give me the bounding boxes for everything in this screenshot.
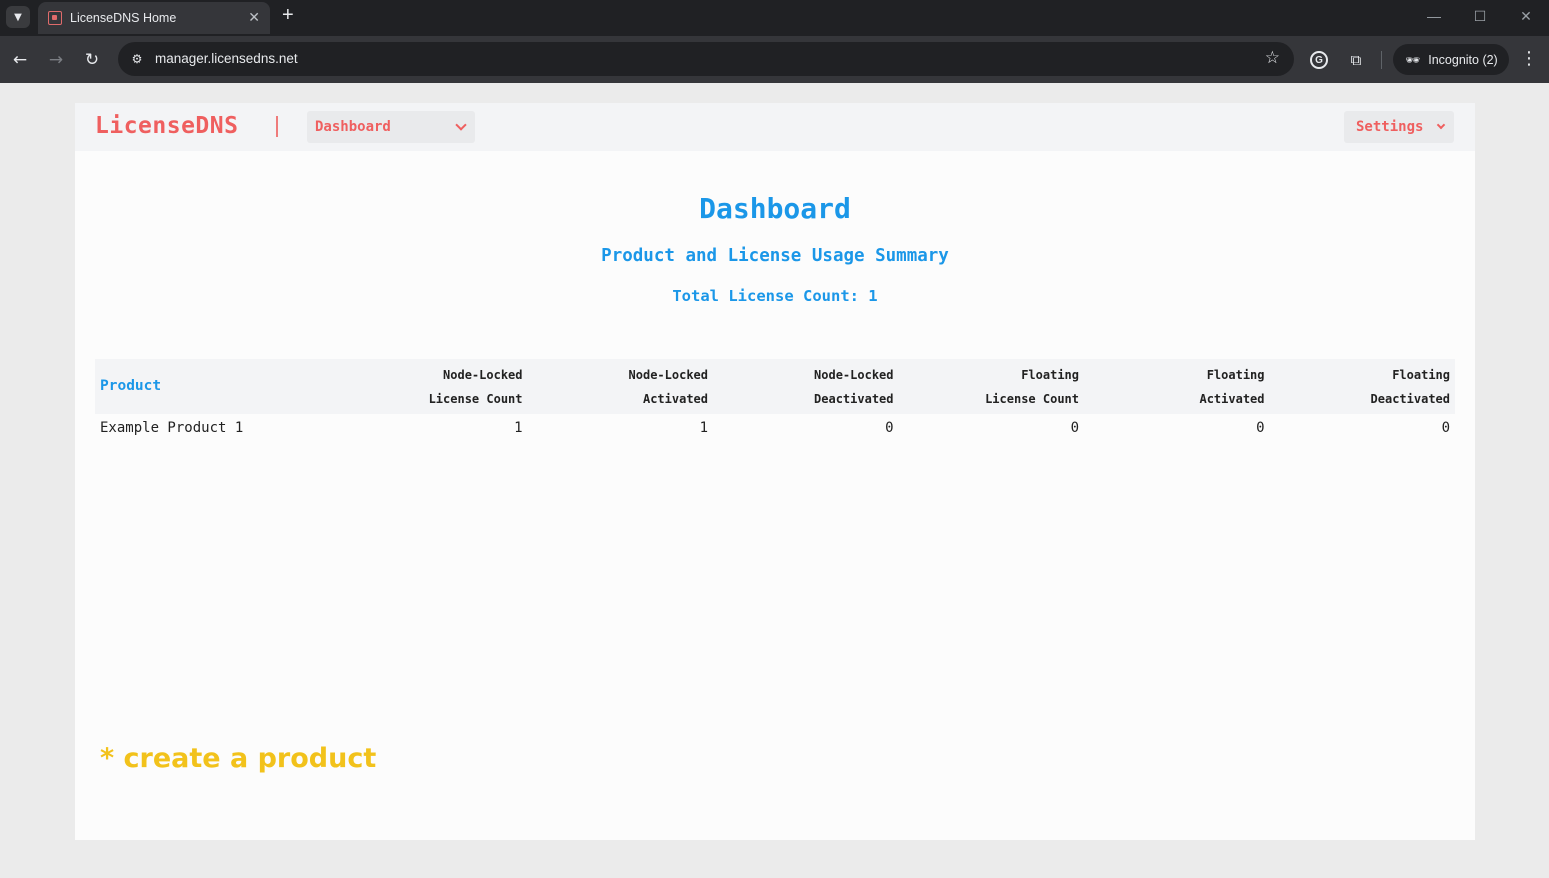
- header-node-locked-license-count: Node-Locked License Count: [342, 359, 528, 414]
- header-line: Node-Locked: [814, 368, 894, 382]
- header-node-locked-deactivated: Node-Locked Deactivated: [713, 359, 899, 414]
- license-summary-table: Product Node-Locked License Count Node-L…: [95, 359, 1455, 442]
- header-line: Node-Locked: [628, 368, 708, 382]
- incognito-button[interactable]: 🕶 Incognito (2): [1393, 44, 1509, 75]
- header-line: Deactivated: [1370, 392, 1450, 406]
- star-icon[interactable]: ☆: [1265, 48, 1280, 68]
- tab-list-icon[interactable]: ▼: [6, 6, 30, 28]
- create-product-link[interactable]: * create a product: [100, 743, 376, 774]
- browser-toolbar: ← → ↻ ⚙ manager.licensedns.net ☆ G ⧉ 🕶 I…: [0, 36, 1549, 83]
- url-text[interactable]: manager.licensedns.net: [155, 51, 298, 66]
- brand-logo[interactable]: LicenseDNS: [95, 113, 238, 139]
- app-container: LicenseDNS Dashboard Settings Dashboard …: [75, 103, 1475, 840]
- new-tab-icon[interactable]: +: [282, 4, 294, 27]
- more-icon[interactable]: ⋮: [1520, 48, 1538, 69]
- cell-value: 0: [1070, 420, 1079, 436]
- incognito-icon: 🕶: [1405, 52, 1421, 67]
- header-line: Floating: [1206, 368, 1265, 382]
- forward-icon[interactable]: →: [45, 49, 67, 71]
- window-close-icon[interactable]: ✕: [1503, 0, 1549, 32]
- page-subtitle: Product and License Usage Summary: [601, 246, 949, 266]
- chevron-down-icon: [1436, 120, 1446, 130]
- header-line: License Count: [428, 392, 523, 406]
- page-title: Dashboard: [699, 192, 851, 225]
- incognito-label: Incognito (2): [1428, 52, 1498, 67]
- app-header: LicenseDNS Dashboard Settings: [75, 103, 1475, 151]
- cell-value: 0: [1441, 420, 1450, 436]
- page-select[interactable]: Dashboard: [307, 111, 475, 143]
- cell-value: 1: [699, 420, 708, 436]
- header-line: Floating: [1392, 368, 1450, 382]
- close-icon[interactable]: ✕: [248, 10, 260, 26]
- window-controls: — ☐ ✕: [1411, 0, 1549, 32]
- header-line: Deactivated: [814, 392, 894, 406]
- cell-value: 0: [1256, 420, 1265, 436]
- back-icon[interactable]: ←: [9, 49, 31, 71]
- header-divider: [276, 116, 278, 137]
- address-bar[interactable]: ⚙ manager.licensedns.net ☆: [118, 42, 1294, 76]
- table-row[interactable]: Example Product 1 1 1 0 0 0 0: [95, 414, 1455, 442]
- grammarly-icon[interactable]: G: [1308, 49, 1330, 71]
- header-line: Node-Locked: [443, 368, 523, 382]
- header-line: Activated: [1199, 392, 1265, 406]
- total-license-count: Total License Count: 1: [672, 287, 878, 305]
- header-product: Product: [100, 378, 162, 394]
- header-floating-activated: Floating Activated: [1084, 359, 1270, 414]
- header-line: Activated: [642, 392, 708, 406]
- table-header: Product Node-Locked License Count Node-L…: [95, 359, 1455, 414]
- settings-button[interactable]: Settings: [1344, 111, 1454, 143]
- maximize-icon[interactable]: ☐: [1457, 0, 1503, 32]
- browser-tab[interactable]: LicenseDNS Home ✕: [38, 2, 270, 34]
- cell-value: 0: [885, 420, 894, 436]
- cell-product[interactable]: Example Product 1: [95, 414, 342, 442]
- header-floating-license-count: Floating License Count: [899, 359, 1085, 414]
- header-node-locked-activated: Node-Locked Activated: [528, 359, 714, 414]
- favicon-icon: [48, 11, 62, 25]
- reload-icon[interactable]: ↻: [81, 49, 103, 71]
- header-line: License Count: [985, 392, 1079, 406]
- site-info-icon[interactable]: ⚙: [128, 50, 146, 68]
- cell-value: 1: [514, 420, 523, 436]
- toolbar-divider: [1381, 51, 1382, 69]
- minimize-icon[interactable]: —: [1411, 0, 1457, 32]
- extensions-icon[interactable]: ⧉: [1345, 49, 1367, 71]
- tab-title: LicenseDNS Home: [70, 11, 177, 25]
- header-line: Floating: [1021, 368, 1079, 382]
- header-floating-deactivated: Floating Deactivated: [1270, 359, 1456, 414]
- settings-label: Settings: [1356, 119, 1424, 135]
- chevron-down-icon: [455, 119, 467, 131]
- page-select-value: Dashboard: [315, 119, 391, 135]
- browser-tab-bar: ▼ LicenseDNS Home ✕ + — ☐ ✕: [0, 0, 1549, 36]
